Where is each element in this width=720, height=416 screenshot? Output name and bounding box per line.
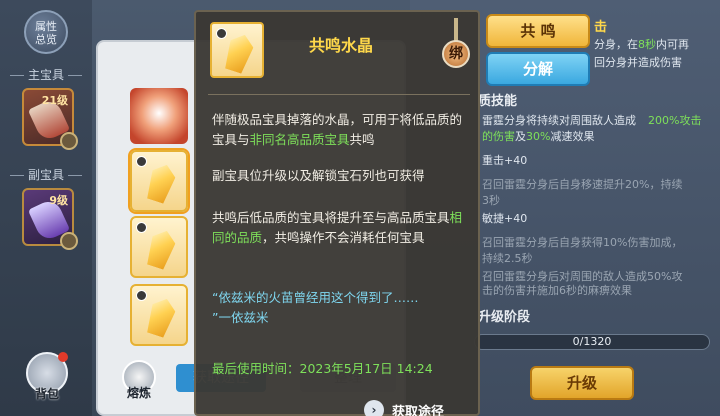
- skill-line: 持续2.5秒: [482, 252, 533, 265]
- main-gear-slot[interactable]: 21级: [22, 88, 78, 150]
- rooster-item-icon[interactable]: [130, 88, 188, 144]
- crystal-icon: [144, 295, 179, 339]
- item-tooltip: 共鸣水晶 绑 伴随极品宝具掉落的水晶，可用于将低品质的宝具与非同名高品质宝具共鸣…: [194, 10, 480, 416]
- bag-label: 背包: [34, 387, 59, 401]
- sub-gear-slot[interactable]: 9级: [22, 188, 78, 250]
- inventory-slot[interactable]: [130, 150, 188, 212]
- skill-line-highlight: 200%攻击: [648, 114, 702, 127]
- clock-icon: [136, 290, 147, 301]
- resonate-button[interactable]: 共 鸣: [486, 14, 590, 48]
- chevron-right-icon: ›: [364, 400, 384, 416]
- sub-gear-label: 副宝具: [0, 166, 92, 183]
- inventory-slot[interactable]: [130, 216, 188, 278]
- quality-skill-header: 质技能: [478, 94, 518, 109]
- clock-icon: [136, 156, 147, 167]
- tag-string-icon: [454, 18, 458, 42]
- skill-desc-line: 回分身并造成伤害: [594, 56, 682, 69]
- main-gear-level: 21级: [41, 94, 68, 107]
- forge-label: 熔炼: [126, 386, 151, 400]
- notification-dot-icon: [58, 352, 68, 362]
- upgrade-progress-bar: 0/1320: [474, 334, 710, 350]
- flavor-quote-author: ”一依兹米: [212, 310, 269, 325]
- skill-line: 击的伤害并施加6秒的麻痹效果: [482, 284, 632, 297]
- clock-icon: [136, 222, 147, 233]
- clock-icon: [216, 28, 227, 39]
- divider: [208, 94, 470, 95]
- skill-desc-line: 分身，在8秒内可再: [594, 38, 689, 51]
- skill-line: 3秒: [482, 194, 500, 207]
- upgrade-button[interactable]: 升级: [530, 366, 634, 400]
- attribute-overview-button[interactable]: 属性 总览: [24, 10, 68, 54]
- obtain-source-button[interactable]: › 获取途径: [364, 400, 464, 416]
- item-title: 共鸣水晶: [308, 36, 373, 55]
- flavor-quote-line: “依兹米的火苗曾经用这个得到了……: [212, 290, 419, 305]
- skill-line: 雷霆分身将持续对周围敌人造成: [482, 114, 636, 127]
- inventory-slot[interactable]: [130, 284, 188, 346]
- swap-icon[interactable]: [60, 232, 78, 250]
- description-paragraph: 伴随极品宝具掉落的水晶，可用于将低品质的宝具与非同名高品质宝具共鸣: [212, 112, 463, 147]
- crystal-icon: [222, 31, 257, 75]
- sub-gear-level: 9级: [49, 194, 68, 207]
- left-rail: 属性 总览 主宝具 21级 副宝具 9级 背包: [0, 0, 92, 416]
- obtain-source-label: 获取途径: [392, 405, 445, 416]
- skill-line: 的伤害及30%减速效果: [482, 130, 595, 143]
- main-gear-label: 主宝具: [0, 66, 92, 83]
- crystal-icon: [144, 227, 179, 271]
- progress-text: 0/1320: [572, 335, 612, 348]
- description-paragraph: 副宝具位升级以及解锁宝石列也可获得: [212, 168, 425, 183]
- crystal-icon: [144, 161, 179, 205]
- swap-icon[interactable]: [60, 132, 78, 150]
- skill-line: 重击+40: [482, 154, 528, 167]
- skill-line: 召回雷霆分身后自身获得10%伤害加成，: [482, 236, 683, 249]
- upgrade-stage-header: 升级阶段: [478, 310, 531, 325]
- decompose-button[interactable]: 分解: [486, 52, 590, 86]
- skill-line: 敏捷+40: [482, 212, 528, 225]
- last-used-time: 最后使用时间：2023年5月17日 14:24: [212, 361, 433, 376]
- description-paragraph: 共鸣后低品质的宝具将提升至与高品质宝具相同的品质，共鸣操作不会消耗任何宝具: [212, 210, 463, 245]
- item-icon-frame: [210, 22, 264, 78]
- skill-line: 召回雷霆分身后自身移速提升20%，持续: [482, 178, 683, 191]
- bound-badge: 绑: [442, 40, 470, 68]
- skill-title-tail: 击: [594, 20, 608, 35]
